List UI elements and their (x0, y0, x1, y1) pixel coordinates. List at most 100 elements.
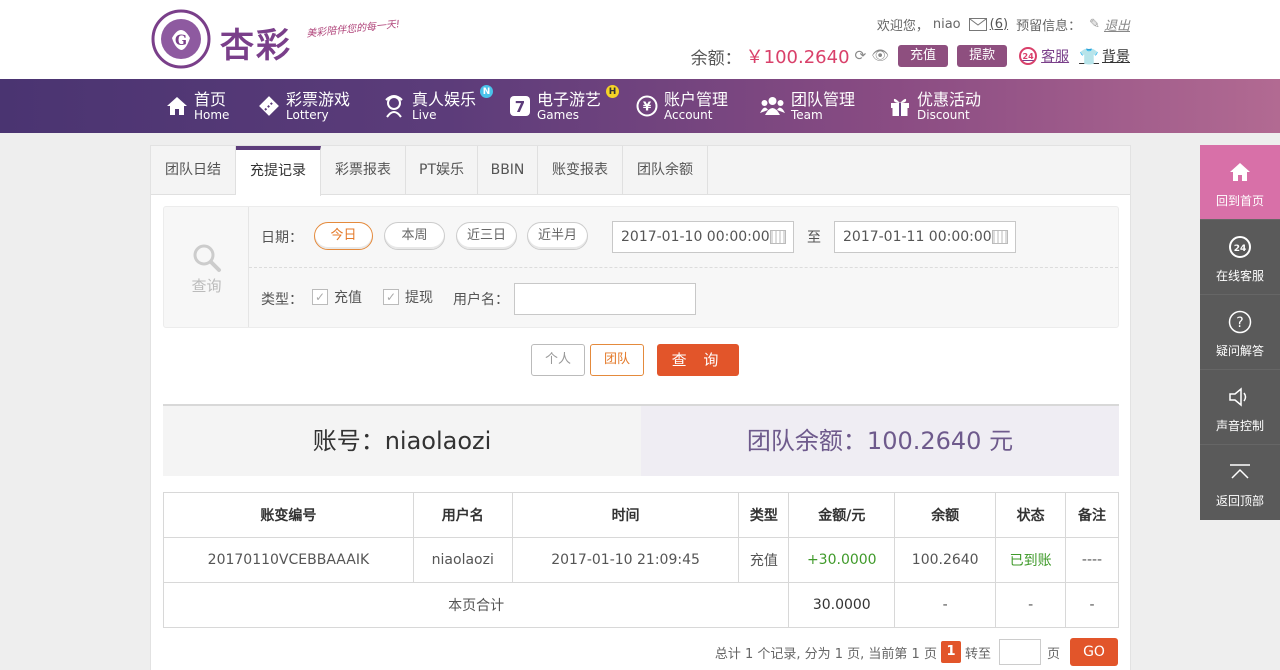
table-header-row: 账变编号 用户名 时间 类型 金额/元 余额 状态 备注 (163, 492, 1119, 538)
nav-live-cn: 真人娱乐 (412, 89, 477, 109)
main-nav: 首页 Home 彩票游戏 Lottery 真人娱乐 Live N 7 电子游艺 Game… (0, 79, 1280, 133)
calendar-icon[interactable] (770, 230, 786, 244)
mail-icon[interactable] (968, 17, 987, 31)
background-label: 背景 (1102, 49, 1130, 65)
sidebar-sound-control[interactable]: 声音控制 (1200, 370, 1280, 445)
svg-text:7: 7 (515, 98, 525, 116)
sidebar-sound-control-label: 声音控制 (1215, 419, 1264, 433)
go-button[interactable]: GO (1070, 638, 1118, 666)
table-row: 20170110VCEBBAAAIK niaolaozi 2017-01-10 … (163, 537, 1119, 583)
account-name: 账号：niaolaozi (163, 406, 641, 476)
range-3days-button[interactable]: 近三日 (456, 222, 517, 250)
deposit-button[interactable]: 充值 (898, 45, 949, 67)
message-count-link[interactable]: (6) (990, 17, 1008, 32)
personal-button[interactable]: 个人 (531, 344, 585, 376)
checkbox-check-icon: ✓ (383, 289, 399, 305)
nav-team[interactable]: 团队管理 Team (760, 79, 855, 133)
calendar-icon[interactable] (992, 230, 1008, 244)
tab-lottery-report[interactable]: 彩票报表 (321, 146, 406, 195)
username-input[interactable] (514, 283, 696, 315)
live-icon (382, 95, 406, 118)
nav-live-en: Live (412, 107, 437, 122)
search-icon (193, 244, 221, 272)
brand-slogan: 美彩陪伴您的每一天! (305, 19, 401, 40)
pagination-summary: 总计 1 个记录, 分为 1 页, 当前第 1 页 (714, 646, 937, 662)
sidebar-online-service[interactable]: 24 在线客服 (1200, 220, 1280, 295)
headset-24-icon: 24 (1227, 234, 1253, 260)
sidebar-back-to-top[interactable]: 返回顶部 (1200, 445, 1280, 520)
nav-discount[interactable]: 优惠活动 Discount (889, 79, 981, 133)
nav-lottery-en: Lottery (286, 107, 329, 122)
subtotal-label: 本页合计 (162, 582, 790, 628)
type-withdraw-label: 提现 (405, 290, 433, 306)
svg-text:¥: ¥ (643, 100, 652, 114)
pagination: 总计 1 个记录, 分为 1 页, 当前第 1 页 1 转至 页 GO (715, 638, 1118, 666)
nav-account[interactable]: ¥ 账户管理 Account (636, 79, 728, 133)
type-deposit-checkbox[interactable]: ✓ 充值 (312, 287, 362, 307)
service-24-icon: 24 (1019, 47, 1038, 65)
svg-text:?: ? (1236, 315, 1243, 331)
floating-sidebar: 回到首页 24 在线客服 ? 疑问解答 声音控制 返回顶部 (1200, 145, 1280, 520)
tab-deposit-withdraw[interactable]: 充提记录 (236, 146, 321, 196)
balance-label: 余额： (690, 48, 742, 69)
nav-lottery[interactable]: 彩票游戏 Lottery (258, 79, 350, 133)
start-date-value: 2017-01-10 00:00:00 (621, 229, 770, 245)
reserved-info-label: 预留信息： (1016, 18, 1082, 34)
sidebar-faq-label: 疑问解答 (1215, 344, 1264, 358)
refresh-icon[interactable]: ⟳ (855, 48, 867, 64)
date-label: 日期： (261, 230, 303, 246)
cell-username: niaolaozi (412, 537, 513, 583)
customer-service-link[interactable]: 24 客服 (1019, 46, 1069, 66)
subtotal-amount: 30.0000 (788, 582, 896, 628)
nav-home[interactable]: 首页 Home (166, 79, 229, 133)
account-yen-icon: ¥ (636, 95, 658, 117)
goto-page-input[interactable] (998, 639, 1041, 665)
tab-pt[interactable]: PT娱乐 (406, 146, 478, 195)
current-page[interactable]: 1 (940, 641, 961, 663)
subtotal-status: - (995, 582, 1067, 628)
nav-account-en: Account (664, 107, 713, 122)
sidebar-faq[interactable]: ? 疑问解答 (1200, 295, 1280, 370)
query-form: 查询 日期： 今日 本周 近三日 近半月 2017-01-10 00:00:00… (163, 206, 1119, 328)
tab-team-balance[interactable]: 团队余额 (623, 146, 708, 195)
tab-team-daily[interactable]: 团队日结 (151, 146, 236, 195)
nav-lottery-cn: 彩票游戏 (286, 89, 351, 109)
date-to-label: 至 (807, 230, 821, 246)
edit-icon[interactable]: ✎ (1089, 17, 1100, 32)
tab-change-report[interactable]: 账变报表 (538, 146, 623, 195)
start-date-input[interactable]: 2017-01-10 00:00:00 (612, 221, 794, 253)
cell-amount: +30.0000 (788, 537, 896, 583)
col-time: 时间 (511, 492, 740, 538)
team-balance: 团队余额：100.2640 元 (641, 406, 1119, 476)
end-date-input[interactable]: 2017-01-11 00:00:00 (834, 221, 1016, 253)
range-today-button[interactable]: 今日 (314, 222, 373, 250)
records-table: 账变编号 用户名 时间 类型 金额/元 余额 状态 备注 20170110VCE… (162, 492, 1119, 628)
type-withdraw-checkbox[interactable]: ✓ 提现 (383, 287, 433, 307)
withdraw-button[interactable]: 提款 (957, 45, 1008, 67)
balance-row: 余额： ￥100.2640 ⟳ 👁 充值 提款 24 客服 👕 背景 (690, 44, 1130, 69)
nav-discount-cn: 优惠活动 (917, 89, 982, 109)
tab-bbin[interactable]: BBIN (478, 146, 538, 195)
nav-games-cn: 电子游艺 (537, 89, 602, 109)
col-balance: 余额 (894, 492, 997, 538)
subtotal-remark: - (1065, 582, 1119, 628)
cell-type: 充值 (738, 537, 790, 583)
team-button[interactable]: 团队 (590, 344, 644, 376)
range-halfmonth-button[interactable]: 近半月 (527, 222, 588, 250)
nav-games[interactable]: 7 电子游艺 Games (509, 79, 601, 133)
range-week-button[interactable]: 本周 (384, 222, 445, 250)
nav-live[interactable]: 真人娱乐 Live (382, 79, 476, 133)
page-unit-label: 页 (1046, 646, 1060, 662)
background-link[interactable]: 👕 背景 (1079, 46, 1130, 66)
nav-account-cn: 账户管理 (664, 89, 729, 109)
customer-service-label: 客服 (1041, 49, 1070, 65)
cell-status: 已到账 (995, 537, 1067, 583)
sidebar-back-home-label: 回到首页 (1215, 194, 1264, 208)
query-button[interactable]: 查 询 (657, 344, 739, 376)
site-logo[interactable]: G 杏彩 美彩陪伴您的每一天! (150, 8, 401, 72)
sidebar-back-home[interactable]: 回到首页 (1200, 145, 1280, 220)
col-status: 状态 (995, 492, 1067, 538)
logout-link[interactable]: 退出 (1104, 15, 1130, 34)
hide-balance-icon[interactable]: 👁 (871, 48, 889, 64)
cell-remark: ---- (1065, 537, 1119, 583)
